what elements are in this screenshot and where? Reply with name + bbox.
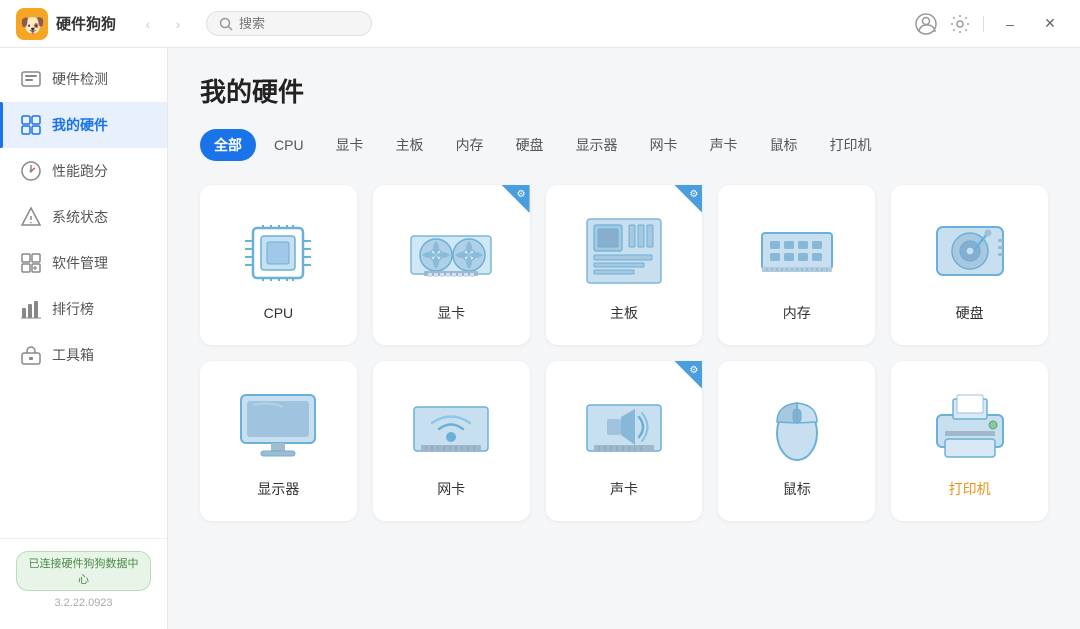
nic-icon bbox=[406, 387, 496, 467]
hardware-check-icon bbox=[20, 68, 42, 90]
gpu-icon bbox=[406, 211, 496, 291]
app-title: 硬件狗狗 bbox=[56, 13, 116, 34]
cpu-label: CPU bbox=[264, 305, 294, 321]
search-input[interactable] bbox=[239, 16, 359, 31]
svg-text:🐶: 🐶 bbox=[20, 15, 45, 37]
motherboard-icon bbox=[579, 211, 669, 291]
monitor-label: 显示器 bbox=[257, 479, 299, 499]
sidebar-item-benchmark[interactable]: 性能跑分 bbox=[0, 148, 167, 194]
tab-gpu[interactable]: 显卡 bbox=[322, 129, 378, 161]
hardware-card-monitor[interactable]: 显示器 bbox=[200, 361, 357, 521]
tab-monitor[interactable]: 显示器 bbox=[562, 129, 632, 161]
search-bar[interactable] bbox=[206, 11, 372, 36]
page-title: 我的硬件 bbox=[200, 72, 1048, 109]
sound-settings-badge: ⚙ bbox=[674, 361, 702, 389]
tab-printer[interactable]: 打印机 bbox=[816, 129, 886, 161]
motherboard-label: 主板 bbox=[610, 303, 638, 323]
minimize-button[interactable]: – bbox=[996, 10, 1024, 38]
sidebar-label-ranking: 排行榜 bbox=[52, 299, 94, 319]
search-icon bbox=[219, 17, 233, 31]
user-icon[interactable] bbox=[915, 13, 937, 35]
my-hardware-icon bbox=[20, 114, 42, 136]
sidebar-item-hardware-check[interactable]: 硬件检测 bbox=[0, 56, 167, 102]
sidebar-label-my-hardware: 我的硬件 bbox=[52, 115, 108, 135]
disk-icon bbox=[925, 211, 1015, 291]
tab-cpu[interactable]: CPU bbox=[260, 131, 318, 159]
sidebar-item-toolbox[interactable]: 工具箱 bbox=[0, 332, 167, 378]
settings-icon[interactable] bbox=[949, 13, 971, 35]
hardware-card-motherboard[interactable]: ⚙ bbox=[546, 185, 703, 345]
sidebar-bottom: 已连接硬件狗狗数据中心 3.2.22.0923 bbox=[0, 538, 167, 621]
nav-arrows: ‹ › bbox=[136, 12, 190, 36]
sidebar-version: 3.2.22.0923 bbox=[16, 597, 151, 609]
mouse-icon bbox=[752, 387, 842, 467]
hardware-card-disk[interactable]: 硬盘 bbox=[891, 185, 1048, 345]
hardware-grid: CPU ⚙ bbox=[200, 185, 1048, 521]
gpu-label: 显卡 bbox=[437, 303, 465, 323]
memory-icon bbox=[752, 211, 842, 291]
sidebar-item-my-hardware[interactable]: 我的硬件 bbox=[0, 102, 167, 148]
gpu-settings-badge: ⚙ bbox=[502, 185, 530, 213]
nav-forward[interactable]: › bbox=[166, 12, 190, 36]
memory-label: 内存 bbox=[783, 303, 811, 323]
hardware-card-memory[interactable]: 内存 bbox=[718, 185, 875, 345]
category-tabs: 全部 CPU 显卡 主板 内存 硬盘 显示器 网卡 声卡 鼠标 打印机 bbox=[200, 129, 1048, 161]
sidebar-status: 已连接硬件狗狗数据中心 bbox=[16, 551, 151, 591]
tab-sound[interactable]: 声卡 bbox=[696, 129, 752, 161]
printer-icon bbox=[925, 387, 1015, 467]
divider bbox=[983, 16, 984, 32]
sidebar-label-benchmark: 性能跑分 bbox=[52, 161, 108, 181]
sidebar-label-toolbox: 工具箱 bbox=[52, 345, 94, 365]
printer-label: 打印机 bbox=[949, 479, 991, 499]
ranking-icon bbox=[20, 298, 42, 320]
tab-mouse[interactable]: 鼠标 bbox=[756, 129, 812, 161]
motherboard-settings-badge: ⚙ bbox=[674, 185, 702, 213]
tab-disk[interactable]: 硬盘 bbox=[502, 129, 558, 161]
hardware-card-mouse[interactable]: 鼠标 bbox=[718, 361, 875, 521]
tab-motherboard[interactable]: 主板 bbox=[382, 129, 438, 161]
content-area: 我的硬件 全部 CPU 显卡 主板 内存 硬盘 显示器 网卡 声卡 鼠标 打印机 bbox=[168, 48, 1080, 629]
title-bar-right: – ✕ bbox=[915, 10, 1064, 38]
benchmark-icon bbox=[20, 160, 42, 182]
title-bar: 🐶 硬件狗狗 ‹ › – ✕ bbox=[0, 0, 1080, 48]
sidebar-label-software-mgmt: 软件管理 bbox=[52, 253, 108, 273]
nav-back[interactable]: ‹ bbox=[136, 12, 160, 36]
mouse-label: 鼠标 bbox=[783, 479, 811, 499]
hardware-card-gpu[interactable]: ⚙ bbox=[373, 185, 530, 345]
close-button[interactable]: ✕ bbox=[1036, 10, 1064, 38]
disk-label: 硬盘 bbox=[956, 303, 984, 323]
sidebar-item-ranking[interactable]: 排行榜 bbox=[0, 286, 167, 332]
sidebar-label-hardware-check: 硬件检测 bbox=[52, 69, 108, 89]
monitor-icon bbox=[233, 387, 323, 467]
sidebar-label-system-status: 系统状态 bbox=[52, 207, 108, 227]
sidebar-item-software-mgmt[interactable]: 软件管理 bbox=[0, 240, 167, 286]
sidebar-item-system-status[interactable]: 系统状态 bbox=[0, 194, 167, 240]
tab-memory[interactable]: 内存 bbox=[442, 129, 498, 161]
sound-label: 声卡 bbox=[610, 479, 638, 499]
hardware-card-cpu[interactable]: CPU bbox=[200, 185, 357, 345]
hardware-card-sound[interactable]: ⚙ bbox=[546, 361, 703, 521]
system-status-icon bbox=[20, 206, 42, 228]
toolbox-icon bbox=[20, 344, 42, 366]
hardware-card-nic[interactable]: 网卡 bbox=[373, 361, 530, 521]
logo-icon: 🐶 bbox=[16, 8, 48, 40]
main-layout: 硬件检测 我的硬件 bbox=[0, 48, 1080, 629]
sound-icon bbox=[579, 387, 669, 467]
sidebar: 硬件检测 我的硬件 bbox=[0, 48, 168, 629]
tab-all[interactable]: 全部 bbox=[200, 129, 256, 161]
nic-label: 网卡 bbox=[437, 479, 465, 499]
tab-nic[interactable]: 网卡 bbox=[636, 129, 692, 161]
hardware-card-printer[interactable]: 打印机 bbox=[891, 361, 1048, 521]
app-logo: 🐶 硬件狗狗 bbox=[16, 8, 116, 40]
cpu-icon bbox=[233, 213, 323, 293]
software-mgmt-icon bbox=[20, 252, 42, 274]
